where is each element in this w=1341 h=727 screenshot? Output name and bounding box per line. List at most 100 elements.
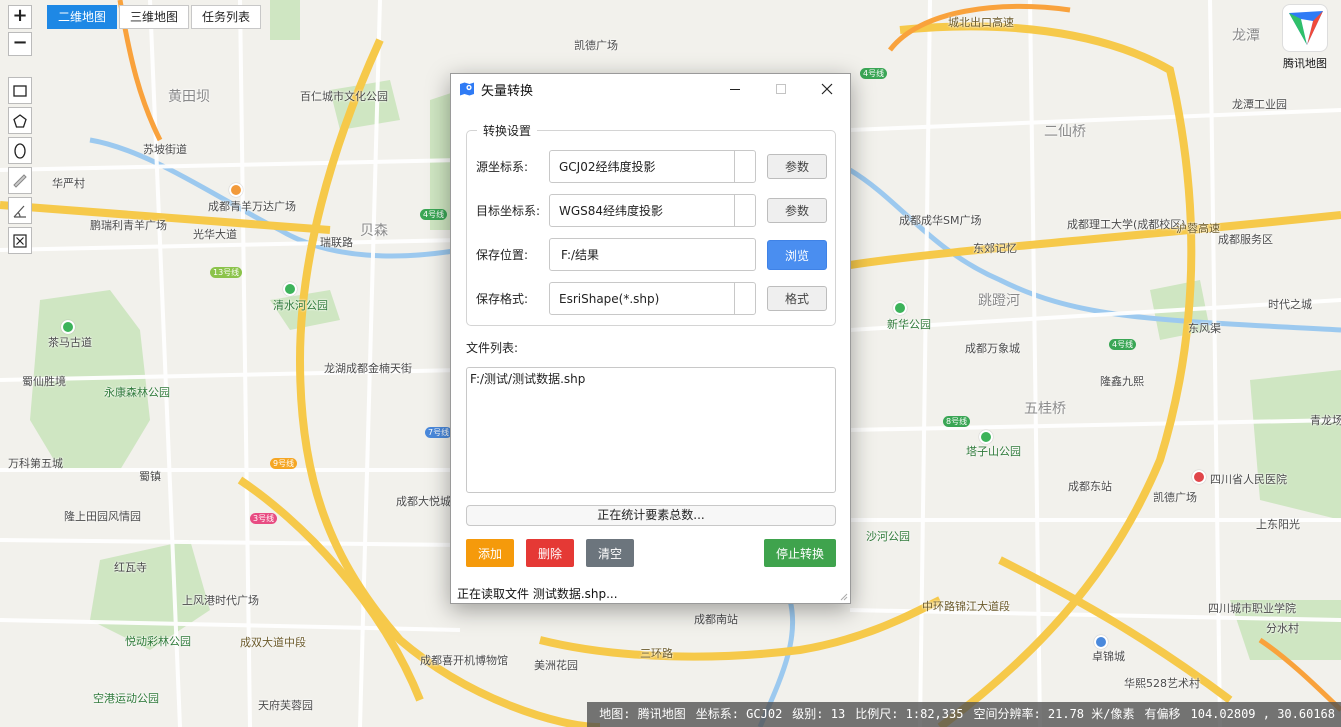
- draw-toolbar: [8, 77, 32, 257]
- map-label: 成都大悦城: [396, 495, 451, 508]
- map-label: 永康森林公园: [104, 386, 170, 399]
- map-label: 龙潭: [1232, 28, 1260, 44]
- status-coordinates: 104.02809 , 30.60168: [1190, 707, 1336, 721]
- status-scale: 比例尺: 1:82,335: [855, 707, 964, 721]
- poi-marker[interactable]: [1192, 470, 1206, 484]
- conversion-settings-group: 转换设置 源坐标系: GCJ02经纬度投影 参数 目标坐标系: WGS84经纬度…: [466, 122, 836, 326]
- map-label: 蜀镇: [139, 470, 161, 483]
- close-button[interactable]: [804, 74, 850, 104]
- map-label: 贝森: [360, 223, 388, 239]
- map-label: 上东阳光: [1256, 518, 1300, 531]
- polygon-tool[interactable]: [8, 107, 32, 134]
- map-label: 四川城市职业学院: [1208, 602, 1296, 615]
- map-label: 华严村: [52, 177, 85, 190]
- clear-tool[interactable]: [8, 227, 32, 254]
- save-format-select[interactable]: EsriShape(*.shp): [549, 282, 756, 315]
- maximize-button: [758, 74, 804, 104]
- status-resolution: 空间分辨率: 21.78 米/像素: [973, 707, 1135, 721]
- list-item[interactable]: F:/测试/测试数据.shp: [470, 370, 832, 387]
- poi-marker[interactable]: [61, 320, 75, 334]
- tencent-map-logo: 腾讯地图: [1281, 4, 1329, 70]
- ruler-tool[interactable]: [8, 167, 32, 194]
- tab-task-list[interactable]: 任务列表: [191, 5, 262, 29]
- rectangle-tool[interactable]: [8, 77, 32, 104]
- minimize-button[interactable]: [712, 74, 758, 104]
- ellipse-tool[interactable]: [8, 137, 32, 164]
- ruler-icon: [13, 173, 27, 188]
- map-label: 东风渠: [1188, 322, 1221, 335]
- save-location-row: 保存位置: F:/结果: [476, 238, 756, 271]
- status-crs: 坐标系: GCJ02: [695, 707, 783, 721]
- poi-marker[interactable]: [979, 430, 993, 444]
- map-label: 华熙528艺术村: [1124, 677, 1200, 690]
- close-icon: [821, 83, 833, 95]
- map-label: 成都万象城: [965, 342, 1020, 355]
- polygon-icon: [13, 113, 27, 128]
- metro-badge: 4号线: [420, 209, 448, 220]
- map-label: 凯德广场: [574, 39, 618, 52]
- metro-badge: 4号线: [1109, 339, 1137, 350]
- browse-button[interactable]: 浏览: [767, 240, 827, 270]
- map-label: 隆上田园风情园: [64, 510, 141, 523]
- map-label: 黄田坝: [168, 89, 210, 105]
- dialog-titlebar[interactable]: 矢量转换: [451, 74, 850, 104]
- target-crs-row: 目标坐标系: WGS84经纬度投影: [476, 194, 756, 227]
- poi-marker[interactable]: [893, 301, 907, 315]
- map-label: 百仁城市文化公园: [300, 90, 388, 103]
- stop-convert-button[interactable]: 停止转换: [764, 539, 836, 567]
- map-label: 成都成华SM广场: [899, 214, 982, 227]
- map-label: 成都理工大学(成都校区): [1067, 218, 1186, 231]
- save-location-label: 保存位置:: [476, 248, 529, 262]
- map-label: 沪蓉高速: [1176, 222, 1220, 235]
- zoom-in-button[interactable]: +: [8, 5, 32, 29]
- source-crs-row: 源坐标系: GCJ02经纬度投影: [476, 150, 756, 183]
- group-title: 转换设置: [477, 122, 538, 139]
- status-level: 级别: 13: [792, 707, 846, 721]
- target-crs-select[interactable]: WGS84经纬度投影: [549, 194, 756, 227]
- map-label: 龙潭工业园: [1232, 98, 1287, 111]
- map-icon: [460, 82, 474, 96]
- map-label: 三环路: [640, 647, 673, 660]
- poi-marker[interactable]: [229, 183, 243, 197]
- map-label: 成双大道中段: [240, 636, 306, 649]
- logo-text: 腾讯地图: [1283, 57, 1327, 70]
- file-list-label: 文件列表:: [466, 341, 519, 355]
- map-label: 成都南站: [694, 613, 738, 626]
- angle-icon: [13, 205, 26, 218]
- resize-grip-icon[interactable]: [838, 591, 848, 601]
- map-label: 卓锦城: [1092, 650, 1125, 663]
- save-format-label: 保存格式:: [476, 292, 529, 306]
- format-button[interactable]: 格式: [767, 286, 827, 311]
- map-label: 城北出口高速: [948, 16, 1014, 29]
- map-label: 成都东站: [1068, 480, 1112, 493]
- map-label: 分水村: [1266, 622, 1299, 635]
- tab-2d-map[interactable]: 二维地图: [47, 5, 118, 29]
- map-label: 天府芙蓉园: [258, 699, 313, 712]
- zoom-out-button[interactable]: −: [8, 32, 32, 56]
- angle-tool[interactable]: [8, 197, 32, 224]
- map-label: 美洲花园: [534, 659, 578, 672]
- tab-3d-map[interactable]: 三维地图: [119, 5, 190, 29]
- file-list[interactable]: F:/测试/测试数据.shp: [466, 367, 836, 493]
- map-label: 苏坡街道: [143, 143, 187, 156]
- poi-marker[interactable]: [1094, 635, 1108, 649]
- map-label: 四川省人民医院: [1210, 473, 1287, 486]
- map-label: 跳蹬河: [978, 293, 1020, 309]
- save-location-input[interactable]: F:/结果: [549, 238, 756, 271]
- clear-button[interactable]: 清空: [586, 539, 634, 567]
- metro-badge: 13号线: [210, 267, 243, 278]
- map-label: 塔子山公园: [966, 445, 1021, 458]
- map-label: 清水河公园: [273, 299, 328, 312]
- map-label: 青龙场: [1310, 414, 1341, 427]
- source-crs-select[interactable]: GCJ02经纬度投影: [549, 150, 756, 183]
- map-label: 上风港时代广场: [182, 594, 259, 607]
- source-params-button[interactable]: 参数: [767, 154, 827, 179]
- map-label: 成都服务区: [1218, 233, 1273, 246]
- target-params-button[interactable]: 参数: [767, 198, 827, 223]
- delete-button[interactable]: 删除: [526, 539, 574, 567]
- map-label: 凯德广场: [1153, 491, 1197, 504]
- save-format-row: 保存格式: EsriShape(*.shp): [476, 282, 756, 315]
- dropdown-arrow-icon: [734, 195, 755, 226]
- poi-marker[interactable]: [283, 282, 297, 296]
- add-button[interactable]: 添加: [466, 539, 514, 567]
